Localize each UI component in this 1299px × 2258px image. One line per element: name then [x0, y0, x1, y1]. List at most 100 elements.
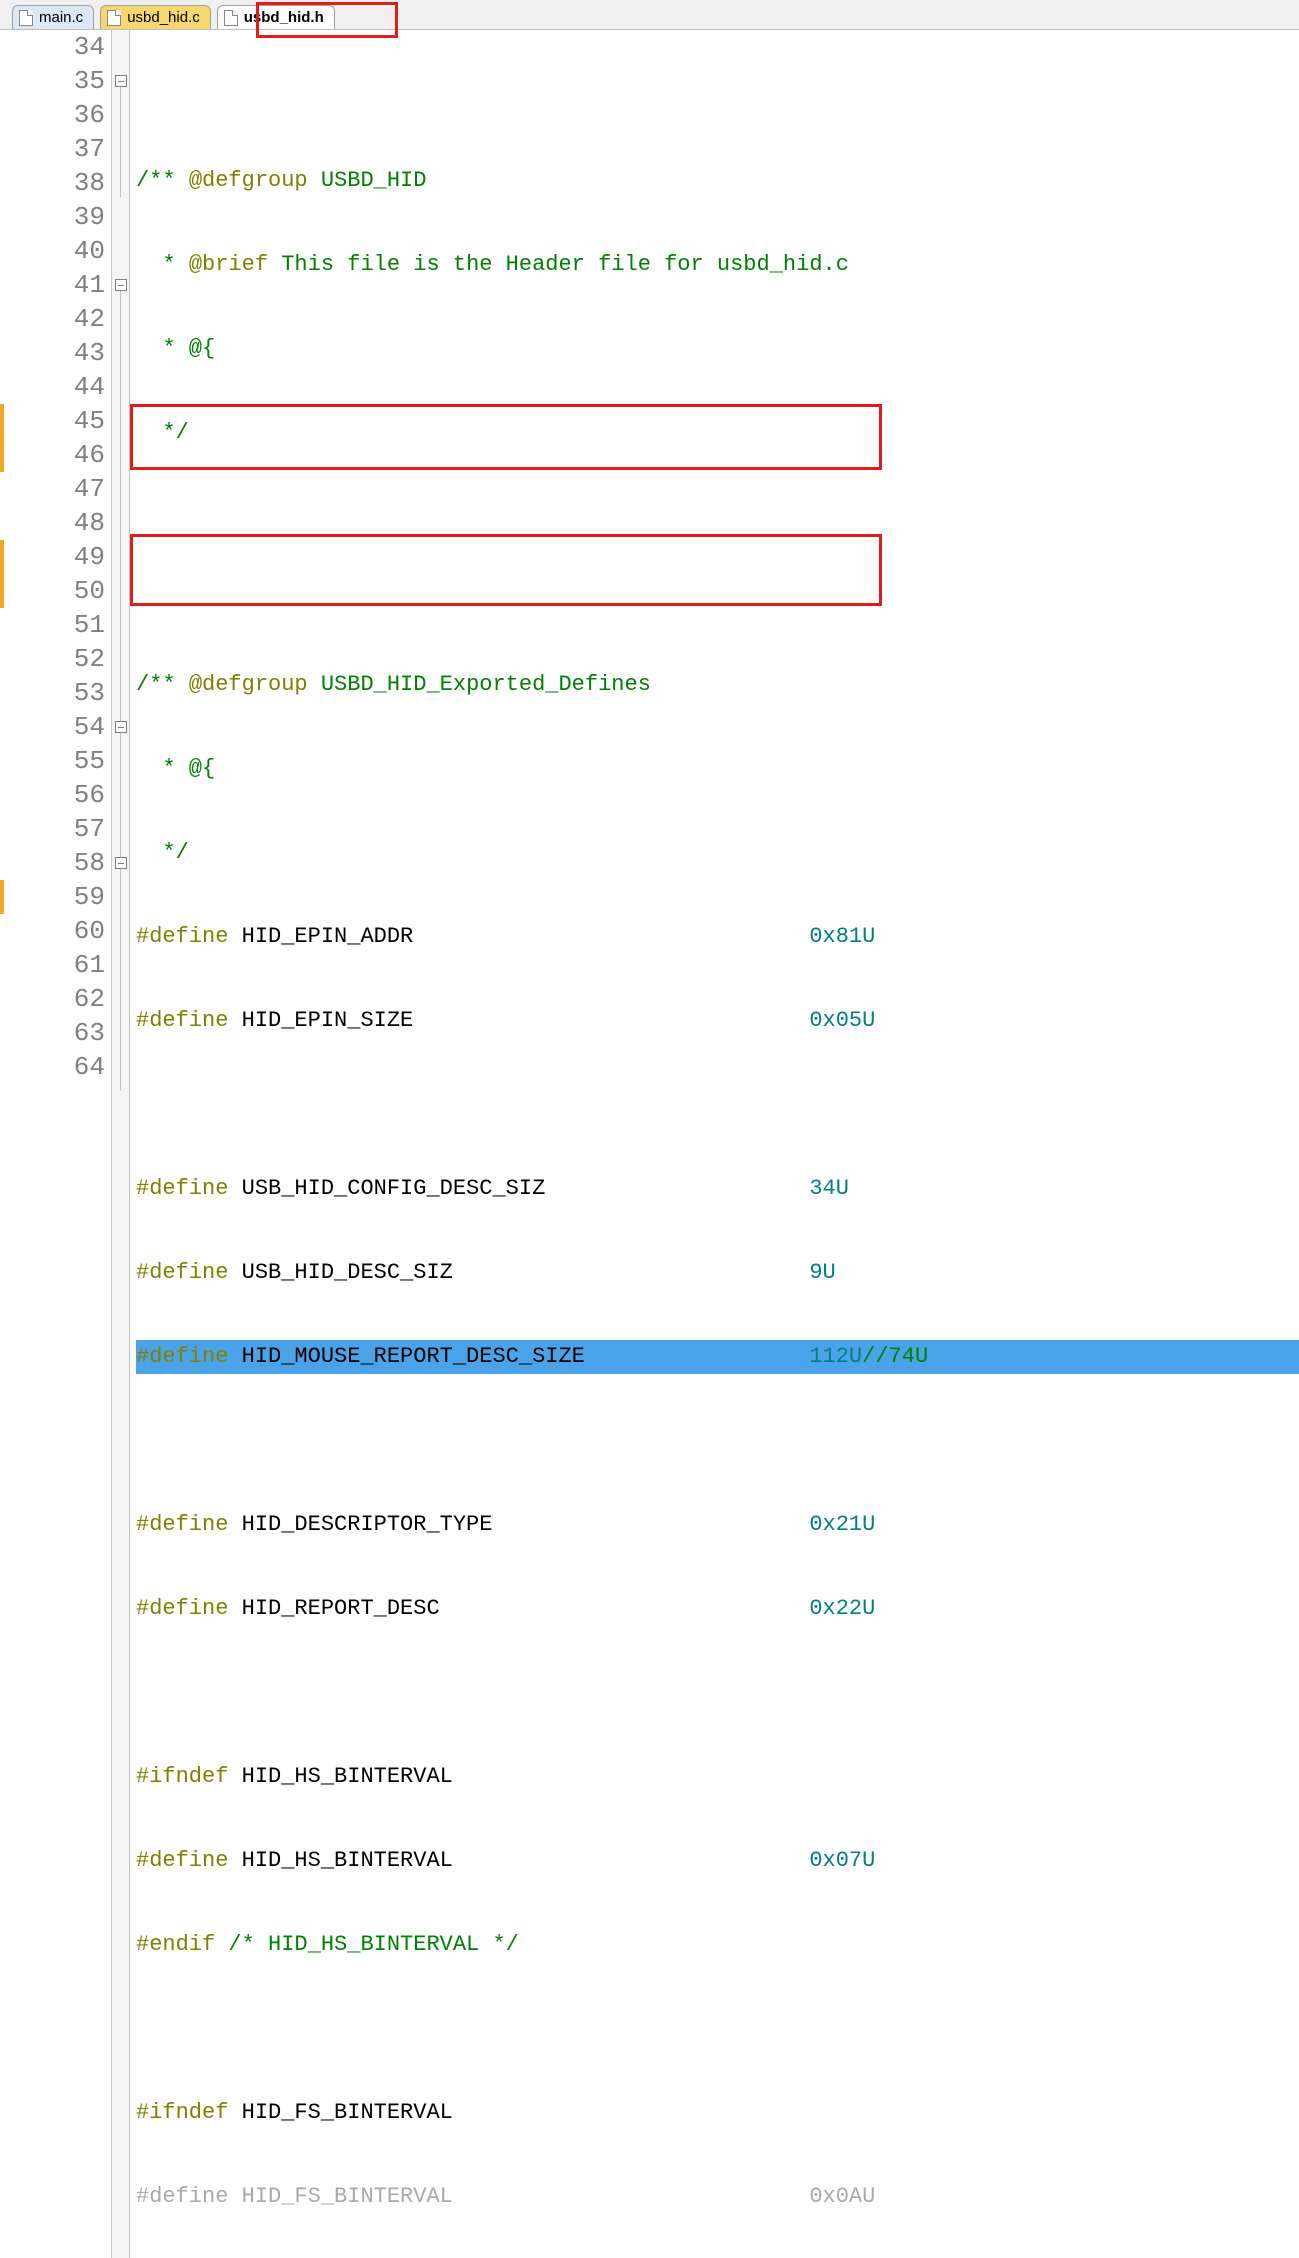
preproc: #define: [136, 1008, 228, 1033]
macro-value: 9U: [809, 1260, 835, 1285]
code-content[interactable]: /** @defgroup USBD_HID * @brief This fil…: [136, 30, 1299, 2258]
comment: * @{: [136, 756, 215, 781]
line-number: 46: [0, 438, 105, 472]
line-number: 52: [0, 642, 105, 676]
comment: /**: [136, 168, 189, 193]
doc-tag: @brief: [189, 252, 268, 277]
fold-minus-icon[interactable]: [115, 75, 127, 87]
comment: //74U: [862, 1344, 928, 1369]
macro-name-disabled: HID_FS_BINTERVAL: [228, 2184, 809, 2209]
macro-name: USB_HID_CONFIG_DESC_SIZ: [228, 1176, 809, 1201]
line-number: 42: [0, 302, 105, 336]
macro-value: 0x21U: [809, 1512, 875, 1537]
macro-name: HID_FS_BINTERVAL: [228, 2100, 452, 2125]
line-number: 59: [0, 880, 105, 914]
line-number: 34: [0, 30, 105, 64]
line-number: 35: [0, 64, 105, 98]
macro-value: 0x81U: [809, 924, 875, 949]
line-number: 63: [0, 1016, 105, 1050]
preproc: #define: [136, 1260, 228, 1285]
line-number: 36: [0, 98, 105, 132]
line-number: 39: [0, 200, 105, 234]
line-number: 47: [0, 472, 105, 506]
line-number: 62: [0, 982, 105, 1016]
preproc: #define: [136, 1512, 228, 1537]
preproc-disabled: #define: [136, 2184, 228, 2209]
macro-name: HID_HS_BINTERVAL: [228, 1848, 809, 1873]
line-number: 64: [0, 1050, 105, 1084]
line-number: 43: [0, 336, 105, 370]
comment: *: [136, 252, 189, 277]
macro-value: 0x22U: [809, 1596, 875, 1621]
change-marker: [0, 540, 4, 608]
tab-label: usbd_hid.c: [127, 9, 200, 26]
line-number: 60: [0, 914, 105, 948]
fold-line: [120, 291, 121, 1091]
fold-minus-icon[interactable]: [115, 857, 127, 869]
fold-minus-icon[interactable]: [115, 721, 127, 733]
preproc: #define: [136, 1596, 228, 1621]
macro-value-disabled: 0x0AU: [809, 2184, 875, 2209]
preproc: #endif: [136, 1932, 228, 1957]
line-number-gutter: 34 35 36 37 38 39 40 41 42 43 44 45 46 4…: [0, 30, 112, 2258]
fold-line: [120, 87, 121, 197]
line-number: 55: [0, 744, 105, 778]
doc-tag: @defgroup: [189, 168, 308, 193]
tab-bar: main.c usbd_hid.c usbd_hid.h: [0, 0, 1299, 30]
line-number: 40: [0, 234, 105, 268]
line-number: 57: [0, 812, 105, 846]
fold-gutter: [112, 30, 130, 2258]
file-icon: [19, 10, 33, 26]
preproc: #ifndef: [136, 1764, 228, 1789]
line-number: 48: [0, 506, 105, 540]
tab-label: usbd_hid.h: [244, 9, 324, 26]
line-number: 44: [0, 370, 105, 404]
file-icon: [107, 10, 121, 26]
macro-name: HID_REPORT_DESC: [228, 1596, 809, 1621]
file-icon: [224, 10, 238, 26]
preproc: #ifndef: [136, 2100, 228, 2125]
preproc: #define: [136, 924, 228, 949]
line-number: 45: [0, 404, 105, 438]
comment: * @{: [136, 336, 215, 361]
comment: USBD_HID: [308, 168, 427, 193]
comment: */: [136, 420, 189, 445]
doc-tag: @defgroup: [189, 672, 308, 697]
macro-value: 34U: [809, 1176, 849, 1201]
change-marker: [0, 404, 4, 472]
tab-label: main.c: [39, 9, 83, 26]
preproc: #define: [136, 1176, 228, 1201]
line-number: 53: [0, 676, 105, 710]
line-number: 50: [0, 574, 105, 608]
comment: /* HID_HS_BINTERVAL */: [228, 1932, 518, 1957]
change-marker: [0, 880, 4, 914]
macro-name: HID_EPIN_ADDR: [228, 924, 809, 949]
tab-usbd-hid-h[interactable]: usbd_hid.h: [217, 5, 335, 29]
macro-value: 0x05U: [809, 1008, 875, 1033]
macro-name: HID_EPIN_SIZE: [228, 1008, 809, 1033]
preproc: #define: [136, 1848, 228, 1873]
macro-name: HID_MOUSE_REPORT_DESC_SIZE: [228, 1344, 809, 1369]
line-number: 56: [0, 778, 105, 812]
line-number: 51: [0, 608, 105, 642]
line-number: 49: [0, 540, 105, 574]
line-number: 38: [0, 166, 105, 200]
tab-main-c[interactable]: main.c: [12, 5, 94, 29]
code-editor[interactable]: 34 35 36 37 38 39 40 41 42 43 44 45 46 4…: [0, 30, 1299, 2258]
fold-minus-icon[interactable]: [115, 279, 127, 291]
line-number: 61: [0, 948, 105, 982]
line-number: 58: [0, 846, 105, 880]
macro-name: USB_HID_DESC_SIZ: [228, 1260, 809, 1285]
tab-usbd-hid-c[interactable]: usbd_hid.c: [100, 5, 211, 29]
comment: */: [136, 840, 189, 865]
macro-value: 112U: [809, 1344, 862, 1369]
line-number: 41: [0, 268, 105, 302]
comment: This file is the Header file for usbd_hi…: [268, 252, 849, 277]
macro-name: HID_HS_BINTERVAL: [228, 1764, 452, 1789]
line-number: 54: [0, 710, 105, 744]
macro-value: 0x07U: [809, 1848, 875, 1873]
preproc: #define: [136, 1344, 228, 1369]
comment: /**: [136, 672, 189, 697]
macro-name: HID_DESCRIPTOR_TYPE: [228, 1512, 809, 1537]
line-number: 37: [0, 132, 105, 166]
